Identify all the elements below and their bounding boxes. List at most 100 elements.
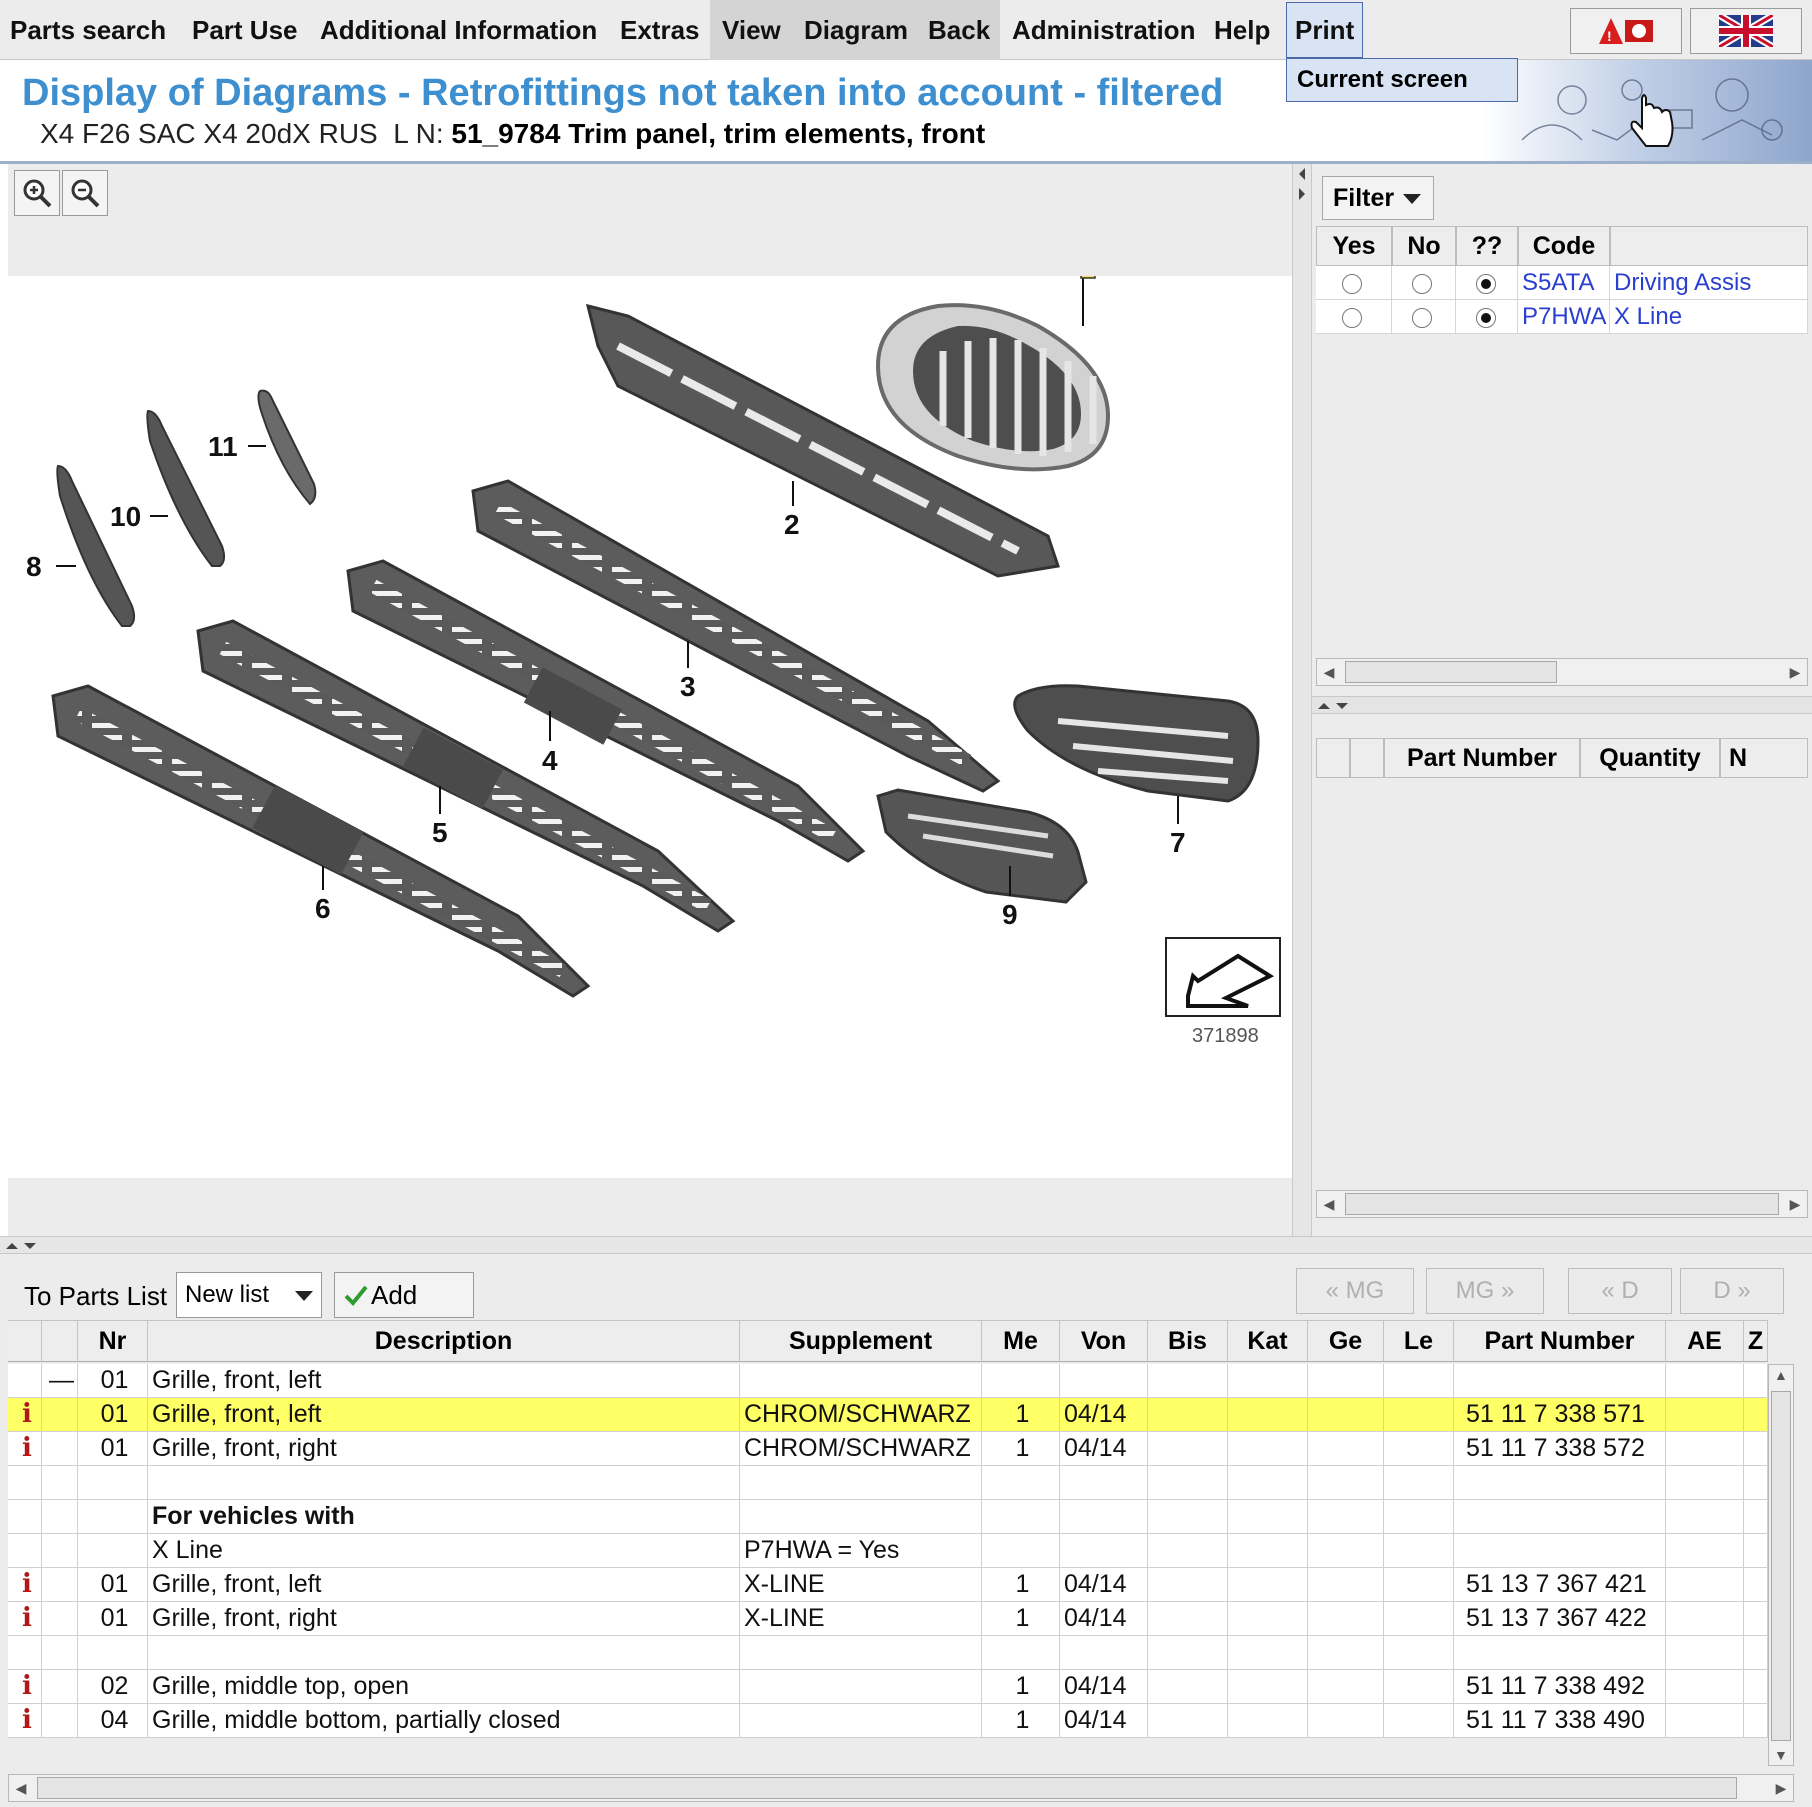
filter-col-yes[interactable]: Yes <box>1316 226 1392 266</box>
part-9-side-grille[interactable] <box>876 788 1088 904</box>
filter-row-2-description[interactable]: X Line <box>1610 300 1808 334</box>
cell-me[interactable] <box>982 1466 1060 1500</box>
cell-ge[interactable] <box>1308 1534 1384 1568</box>
detail-col-quantity[interactable]: Quantity <box>1580 738 1720 778</box>
cell-ge[interactable] <box>1308 1670 1384 1704</box>
filter-col-code[interactable]: Code <box>1518 226 1610 266</box>
cell-kat[interactable] <box>1228 1704 1308 1738</box>
cell-marker[interactable] <box>42 1568 78 1602</box>
cell-kat[interactable] <box>1228 1364 1308 1398</box>
cell-part-number[interactable]: 51 11 7 338 571 <box>1454 1398 1666 1432</box>
filter-col-unknown[interactable]: ?? <box>1456 226 1518 266</box>
col-kat[interactable]: Kat <box>1228 1320 1308 1362</box>
cell-bis[interactable] <box>1148 1670 1228 1704</box>
cell-info[interactable]: i <box>8 1602 42 1636</box>
cell-marker[interactable] <box>42 1466 78 1500</box>
cell-z[interactable] <box>1744 1364 1768 1398</box>
part-8-trim-piece[interactable] <box>56 464 136 627</box>
cell-part-number[interactable]: 51 11 7 338 492 <box>1454 1670 1666 1704</box>
cell-description[interactable] <box>148 1636 740 1670</box>
cell-supplement[interactable] <box>740 1500 982 1534</box>
cell-ae[interactable] <box>1666 1398 1744 1432</box>
scroll-left-icon[interactable]: ◀ <box>1317 1191 1341 1217</box>
cell-me[interactable]: 1 <box>982 1602 1060 1636</box>
right-splitter[interactable] <box>1312 696 1812 714</box>
cell-part-number[interactable] <box>1454 1466 1666 1500</box>
cell-me[interactable] <box>982 1364 1060 1398</box>
scroll-thumb[interactable] <box>37 1777 1737 1799</box>
col-le[interactable]: Le <box>1384 1320 1454 1362</box>
parts-list-select[interactable]: New list <box>176 1272 322 1318</box>
cell-ge[interactable] <box>1308 1466 1384 1500</box>
cell-ae[interactable] <box>1666 1704 1744 1738</box>
cell-supplement[interactable]: CHROM/SCHWARZ <box>740 1432 982 1466</box>
cell-von[interactable] <box>1060 1466 1148 1500</box>
cell-nr[interactable]: 02 <box>78 1670 148 1704</box>
cell-kat[interactable] <box>1228 1602 1308 1636</box>
filter-hscrollbar[interactable]: ◀ ▶ <box>1316 658 1808 686</box>
info-icon[interactable]: i <box>12 1569 32 1599</box>
filter-row-2-no[interactable] <box>1392 300 1456 334</box>
cell-info[interactable] <box>8 1364 42 1398</box>
menu-additional-information[interactable]: Additional Information <box>320 0 597 60</box>
col-z[interactable]: Z <box>1744 1320 1768 1362</box>
cell-nr[interactable] <box>78 1466 148 1500</box>
filter-description-link[interactable]: X Line <box>1610 303 1682 330</box>
cell-marker[interactable] <box>42 1704 78 1738</box>
scroll-down-icon[interactable]: ▼ <box>1774 1747 1788 1763</box>
info-icon[interactable]: i <box>12 1433 32 1463</box>
cell-supplement[interactable] <box>740 1636 982 1670</box>
cell-info[interactable]: i <box>8 1568 42 1602</box>
cell-part-number[interactable] <box>1454 1364 1666 1398</box>
cell-ge[interactable] <box>1308 1704 1384 1738</box>
cell-part-number[interactable] <box>1454 1636 1666 1670</box>
filter-row-1-no[interactable] <box>1392 266 1456 300</box>
cell-marker[interactable] <box>42 1670 78 1704</box>
cell-description[interactable]: Grille, front, left <box>148 1364 740 1398</box>
cell-von[interactable] <box>1060 1534 1148 1568</box>
cell-me[interactable] <box>982 1636 1060 1670</box>
cell-z[interactable] <box>1744 1670 1768 1704</box>
cell-ae[interactable] <box>1666 1500 1744 1534</box>
cell-nr[interactable] <box>78 1534 148 1568</box>
cell-supplement[interactable]: X-LINE <box>740 1568 982 1602</box>
cell-description[interactable]: Grille, front, right <box>148 1602 740 1636</box>
col-supplement[interactable]: Supplement <box>740 1320 982 1362</box>
cell-part-number[interactable]: 51 11 7 338 572 <box>1454 1432 1666 1466</box>
cell-ge[interactable] <box>1308 1432 1384 1466</box>
cell-kat[interactable] <box>1228 1636 1308 1670</box>
cell-bis[interactable] <box>1148 1636 1228 1670</box>
col-me[interactable]: Me <box>982 1320 1060 1362</box>
cell-description[interactable]: Grille, front, left <box>148 1568 740 1602</box>
cell-le[interactable] <box>1384 1432 1454 1466</box>
cell-le[interactable] <box>1384 1568 1454 1602</box>
cell-info[interactable]: i <box>8 1670 42 1704</box>
cell-ae[interactable] <box>1666 1432 1744 1466</box>
cell-ae[interactable] <box>1666 1534 1744 1568</box>
cell-supplement[interactable]: CHROM/SCHWARZ <box>740 1398 982 1432</box>
scroll-up-icon[interactable]: ▲ <box>1774 1367 1788 1383</box>
info-icon[interactable]: i <box>12 1399 32 1429</box>
cell-von[interactable]: 04/14 <box>1060 1704 1148 1738</box>
cell-kat[interactable] <box>1228 1398 1308 1432</box>
cell-le[interactable] <box>1384 1670 1454 1704</box>
cell-kat[interactable] <box>1228 1534 1308 1568</box>
filter-row-1-description[interactable]: Driving Assis <box>1610 266 1808 300</box>
callout-8[interactable]: 8 <box>26 551 42 582</box>
cell-z[interactable] <box>1744 1602 1768 1636</box>
vertical-splitter[interactable] <box>1292 164 1312 1236</box>
col-ge[interactable]: Ge <box>1308 1320 1384 1362</box>
cell-ge[interactable] <box>1308 1568 1384 1602</box>
menu-print[interactable]: Print <box>1286 2 1364 58</box>
cell-me[interactable]: 1 <box>982 1432 1060 1466</box>
parts-vscrollbar[interactable]: ▲ ▼ <box>1768 1364 1794 1766</box>
cell-me[interactable]: 1 <box>982 1670 1060 1704</box>
callout-9[interactable]: 9 <box>1002 899 1018 930</box>
prev-d-button[interactable]: « D <box>1568 1268 1672 1314</box>
cell-z[interactable] <box>1744 1432 1768 1466</box>
cell-description[interactable]: For vehicles with <box>148 1500 740 1534</box>
scroll-left-icon[interactable]: ◀ <box>1317 659 1341 685</box>
cell-le[interactable] <box>1384 1602 1454 1636</box>
next-d-button[interactable]: D » <box>1680 1268 1784 1314</box>
cell-info[interactable] <box>8 1500 42 1534</box>
